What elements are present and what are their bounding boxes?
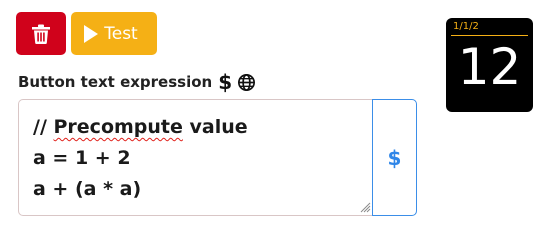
code-line: a + (a * a) xyxy=(33,178,142,200)
insert-variable-button[interactable]: $ xyxy=(372,99,417,216)
globe-icon xyxy=(238,73,256,91)
expression-textarea[interactable]: // Precompute value a = 1 + 2 a + (a * a… xyxy=(18,99,373,216)
trash-icon xyxy=(32,24,50,44)
test-button[interactable]: Test xyxy=(71,12,157,55)
delete-button[interactable] xyxy=(16,12,66,55)
button-coordinate: 1/1/2 xyxy=(453,21,479,32)
button-preview: 1/1/2 12 xyxy=(446,18,533,112)
expression-label-row: Button text expression $ xyxy=(18,70,256,94)
spellcheck-word: Precompute xyxy=(53,116,183,138)
test-button-label: Test xyxy=(104,23,138,44)
code-line: // Precompute value xyxy=(33,116,248,138)
dollar-icon: $ xyxy=(387,145,402,170)
divider xyxy=(451,35,528,36)
play-icon xyxy=(84,24,99,43)
expression-label: Button text expression xyxy=(18,73,213,91)
button-preview-value: 12 xyxy=(457,38,522,96)
dollar-icon: $ xyxy=(218,70,233,94)
button-editor-panel: Test Button text expression $ // Precomp… xyxy=(0,0,548,227)
code-line: a = 1 + 2 xyxy=(33,147,131,169)
resize-grip-icon[interactable] xyxy=(359,201,371,213)
